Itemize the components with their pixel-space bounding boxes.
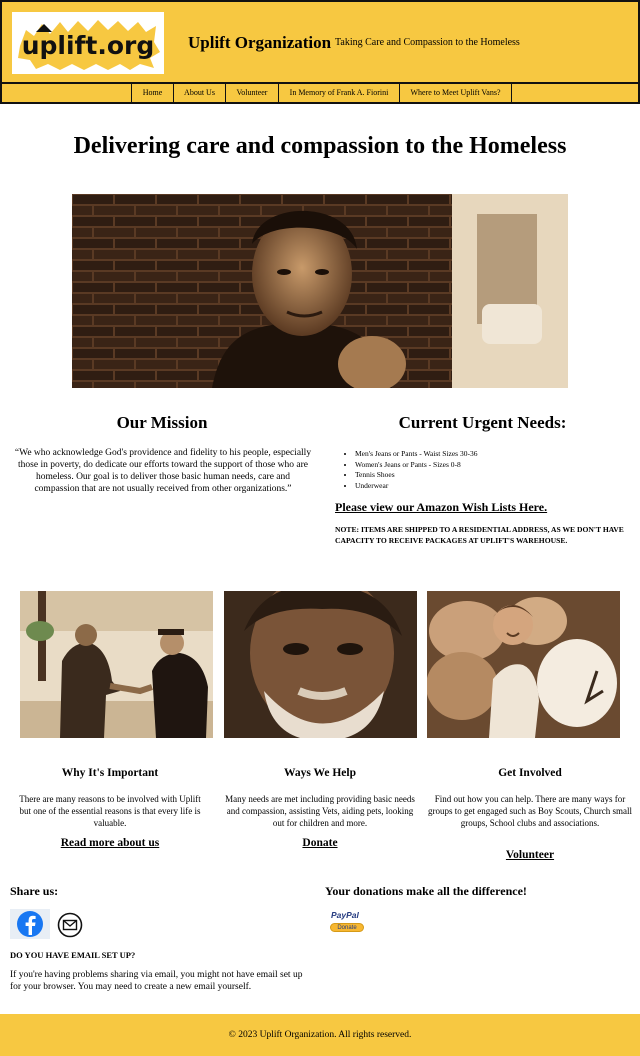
shipping-note: NOTE: ITEMS ARE SHIPPED TO A RESIDENTIAL… [335,525,624,545]
nav-item-about-us[interactable]: About Us [173,84,225,102]
paypal-donate-button[interactable]: PayPal Donate [330,910,366,934]
why-important-title: Why It's Important [61,767,159,779]
paypal-donate-label: Donate [330,923,364,932]
tagline: Taking Care and Compassion to the Homele… [335,37,520,48]
get-involved-title: Get Involved [498,767,562,779]
logo-graphic: uplift.org [18,20,160,70]
list-item: Tennis Shoes [355,470,477,481]
paypal-logo: PayPal [331,910,359,920]
donate-link[interactable]: Donate [220,837,420,849]
envelope-icon [57,912,83,938]
site-footer: © 2023 Uplift Organization. All rights r… [0,1014,640,1056]
mission-title: Our Mission [116,413,208,432]
hero-title: Delivering care and compassion to the Ho… [73,133,567,159]
nav-divider [511,84,512,102]
mission-text: “We who acknowledge God's providence and… [14,448,312,494]
email-question: DO YOU HAVE EMAIL SET UP? [10,950,136,960]
facebook-share-button[interactable] [10,909,50,939]
photo-child [427,591,620,738]
nav-item-volunteer[interactable]: Volunteer [225,84,278,102]
amazon-wish-list-link[interactable]: Please view our Amazon Wish Lists Here. [335,500,547,515]
nav-item-in-memory[interactable]: In Memory of Frank A. Fiorini [278,84,399,102]
logo-text: uplift.org [22,31,155,60]
photo-portrait [224,591,417,738]
nav-item-home[interactable]: Home [131,84,173,102]
nav-item-where-to-meet[interactable]: Where to Meet Uplift Vans? [399,84,511,102]
needs-title: Current Urgent Needs: [398,413,567,432]
get-involved-text: Find out how you can help. There are man… [428,794,632,828]
copyright-text: © 2023 Uplift Organization. All rights r… [228,1030,412,1040]
donations-title: Your donations make all the difference! [325,884,527,898]
share-title: Share us: [10,884,59,898]
list-item: Men's Jeans or Pants - Waist Sizes 30-36 [355,449,477,460]
brand-name: Uplift Organization [188,33,332,52]
list-item: Underwear [355,481,477,492]
why-important-text: There are many reasons to be involved wi… [19,794,201,828]
ways-we-help-text: Many needs are met including providing b… [225,794,415,828]
email-help-text: If you're having problems sharing via em… [10,970,303,992]
needs-list: Men's Jeans or Pants - Waist Sizes 30-36… [345,449,477,491]
main-nav: Home About Us Volunteer In Memory of Fra… [0,82,640,104]
read-more-link[interactable]: Read more about us [10,837,210,849]
volunteer-link[interactable]: Volunteer [430,849,630,861]
email-share-button[interactable] [57,912,83,938]
photo-handshake [20,591,213,738]
hero-photo [72,194,568,388]
ways-we-help-title: Ways We Help [284,767,356,779]
site-header: uplift.org Uplift Organization Taking Ca… [0,0,640,84]
site-logo[interactable]: uplift.org [12,12,164,74]
list-item: Women's Jeans or Pants - Sizes 0-8 [355,460,477,471]
facebook-icon [17,911,43,937]
